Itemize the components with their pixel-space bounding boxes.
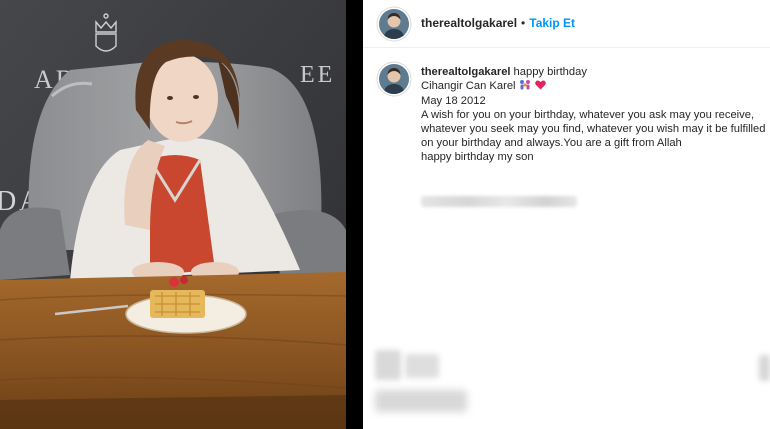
- photo-illustration: ADRA EE DAM: [0, 0, 346, 429]
- comment-avatar-icon[interactable]: [379, 64, 409, 94]
- profile-avatar-icon[interactable]: [379, 9, 409, 39]
- blurred-action-icon: [405, 354, 439, 378]
- caption-wish: A wish for you on your birthday, whateve…: [421, 109, 766, 149]
- post-side-panel: therealtolgakarel • Takip Et therealtolgak…: [363, 0, 770, 429]
- panel-divider: [346, 0, 363, 429]
- caption-first-line: therealtolgakarel happy birthday: [421, 65, 767, 79]
- blurred-action-icon: [375, 350, 401, 380]
- caption-name-line: Cihangir Can Karel: [421, 79, 767, 94]
- caption-date: May 18 2012: [421, 95, 486, 107]
- red-heart-icon: [534, 80, 546, 94]
- family-emoji-icon: [519, 79, 532, 94]
- header-separator: •: [521, 16, 526, 30]
- caption-text: therealtolgakarel happy birthday Cihangir…: [421, 65, 767, 164]
- blurred-likes-text: [375, 390, 467, 412]
- caption-username[interactable]: therealtolgakarel: [421, 66, 511, 78]
- caption-closing: happy birthday my son: [421, 151, 534, 163]
- caption-first: happy birthday: [513, 66, 587, 78]
- follow-button[interactable]: Takip Et: [529, 16, 575, 30]
- post-photo[interactable]: ADRA EE DAM: [0, 0, 346, 429]
- post-header: therealtolgakarel • Takip Et: [363, 0, 770, 48]
- sign-text-right: EE: [300, 62, 335, 88]
- header-username[interactable]: therealtolgakarel: [421, 16, 517, 30]
- blurred-timestamp: [421, 196, 577, 207]
- blurred-save-icon: [759, 355, 770, 381]
- header-row: therealtolgakarel • Takip Et: [421, 16, 575, 30]
- caption-name: Cihangir Can Karel: [421, 80, 516, 92]
